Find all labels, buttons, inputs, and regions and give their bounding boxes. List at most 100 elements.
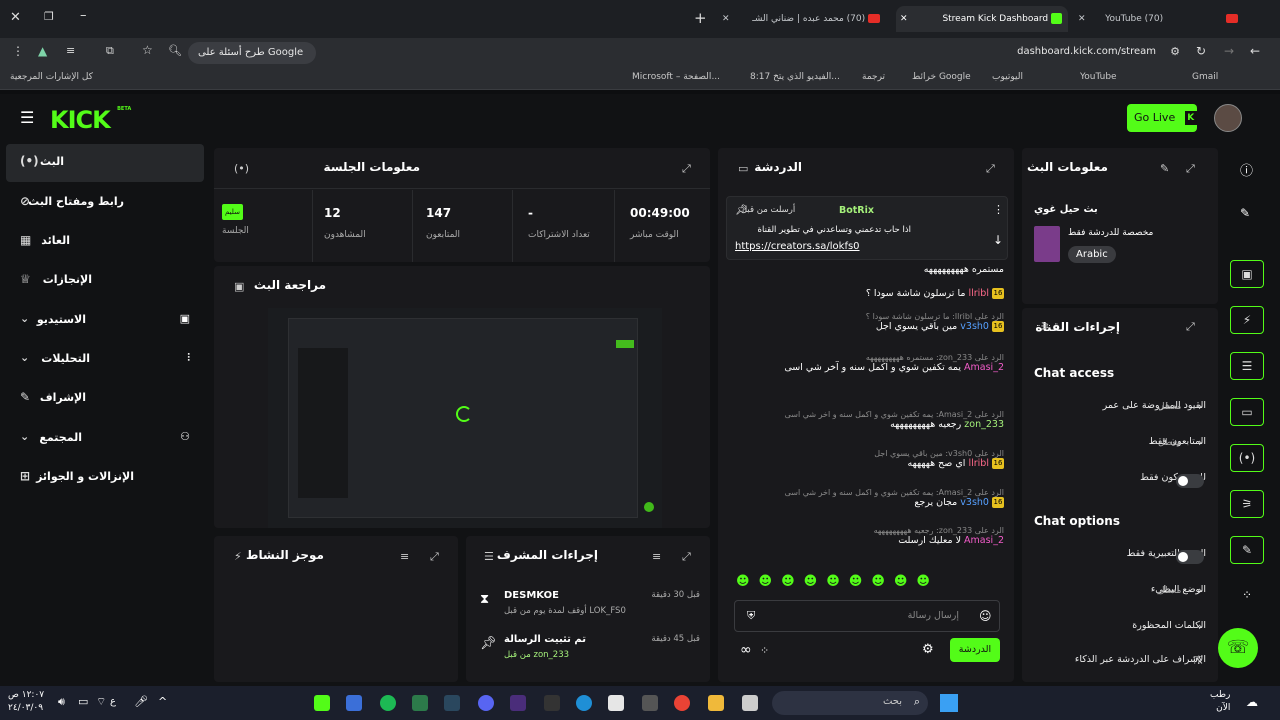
chat-username[interactable]: v3sh0 [960, 497, 989, 508]
sidebar-item-moderation[interactable]: الإشراف ✎ [6, 380, 204, 418]
taskbar-app-icon[interactable] [412, 695, 428, 711]
stream-video-preview[interactable] [268, 308, 662, 528]
bookmark-microsoft[interactable]: Microsoft – الصفحة... [632, 72, 720, 82]
extensions-puzzle-icon[interactable]: ⧉ [106, 44, 114, 58]
chat-message[interactable]: 16 llribl ما ترسلون شاشة سودا ؟ [726, 288, 1004, 299]
chat-username[interactable]: llribl [968, 288, 989, 299]
bookmark-maps[interactable]: خرائط Google [912, 72, 971, 82]
new-tab-button[interactable]: + [694, 9, 707, 27]
sidebar-item-community[interactable]: المجتمع ⌄ ⚇ [6, 420, 204, 458]
category-thumbnail[interactable] [1034, 226, 1060, 262]
chat-message[interactable]: الرد على zon_233: مستمره هههههههههه Amasi… [726, 353, 1004, 373]
infinity-icon[interactable]: ∞ [740, 642, 752, 658]
chat-username[interactable]: Amasi_2 [964, 535, 1004, 546]
pinned-message[interactable]: 📌︎ ⋮ BotRix أرسلت من قبل اذا حاب تدعمني … [726, 196, 1008, 260]
taskbar-app-icon[interactable] [346, 695, 362, 711]
media-icon[interactable]: ≡ [66, 44, 75, 57]
address-bar[interactable]: dashboard.kick.com/stream ⚙ [330, 42, 1230, 64]
forward-icon[interactable]: → [1224, 44, 1234, 58]
chat-username[interactable]: Amasi_2 [964, 362, 1004, 373]
bookmark-video[interactable]: 8:17 الفيديو الذي يتخ... [750, 72, 840, 82]
subscribers-only-toggle[interactable] [1176, 474, 1204, 488]
file-explorer-icon[interactable] [708, 695, 724, 711]
close-tab-icon[interactable]: ✕ [900, 6, 908, 32]
emotes-only-toggle[interactable] [1176, 550, 1204, 564]
external-link-icon[interactable]: ⇱ [1194, 654, 1203, 667]
zoom-icon[interactable]: 🔍︎ [168, 44, 182, 57]
extension-icon[interactable]: ▲ [38, 44, 47, 58]
chat-username[interactable]: v3sh0 [960, 321, 989, 332]
pinned-link[interactable]: https://creators.sa/lokfs0 [735, 241, 860, 252]
setting-ai-moderation[interactable]: الإشراف على الدردشة عبر الذكاء [1034, 654, 1206, 665]
chat-settings-icon[interactable]: ⚙ [922, 642, 934, 657]
tool-chat-button[interactable]: ▭ [1230, 398, 1264, 426]
community-icon[interactable]: ⁘ [1242, 588, 1252, 602]
expand-icon[interactable]: ⤢ [682, 162, 691, 176]
scroll-down-icon[interactable]: ↓ [993, 233, 1003, 247]
sidebar-item-analytics[interactable]: التحليلات ⌄ ⫶ [6, 341, 204, 379]
steam-icon[interactable] [444, 695, 460, 711]
chevron-right-icon[interactable]: › [1198, 436, 1202, 449]
chevron-down-icon[interactable]: ⌄ [20, 351, 29, 364]
bookmark-all[interactable]: كل الإشارات المرجعية [10, 72, 93, 82]
bookmark-gmail[interactable]: Gmail [1192, 72, 1218, 82]
filter-icon[interactable]: ≡ [652, 550, 661, 563]
menu-icon[interactable]: ⋮ [12, 44, 24, 58]
expand-icon[interactable]: ⤢ [682, 550, 691, 564]
spotify-icon[interactable] [380, 695, 396, 711]
clock[interactable]: ١٢:٠٧ ص ٢٤/٠٣/٠٩ [8, 689, 44, 715]
tab-kick-dashboard[interactable]: Stream Kick Dashboard ✕ [896, 6, 1068, 32]
taskbar-app-icon[interactable] [642, 695, 658, 711]
chevron-down-icon[interactable]: ⌄ [20, 312, 29, 325]
expand-icon[interactable]: ⤢ [1186, 162, 1195, 176]
sidebar-item-revenue[interactable]: العائد ▦ [6, 223, 204, 261]
tool-studio-button[interactable]: ▣ [1230, 260, 1264, 288]
restore-window-icon[interactable]: ❐ [44, 10, 54, 23]
edit-icon[interactable]: ✎ [1240, 206, 1250, 220]
kick-logo[interactable]: KICK BETA [50, 106, 131, 134]
site-settings-icon[interactable]: ⚙ [1170, 45, 1180, 58]
chat-message[interactable]: الرد على Amasi_2: يمه تكفين شوي و اكمل س… [726, 488, 1004, 508]
tool-moderation-button[interactable]: ✎ [1230, 536, 1264, 564]
info-icon[interactable]: ⓘ [1240, 160, 1253, 179]
sidebar-item-drops[interactable]: الإنزالات و الجوائز ⊞ [6, 459, 204, 497]
chevron-right-icon[interactable]: › [1198, 400, 1202, 413]
tray-chevron-icon[interactable]: ^ [158, 695, 167, 708]
reload-icon[interactable]: ↻ [1196, 44, 1206, 58]
sidebar-item-studio[interactable]: الاستيديو ⌄ ▣ [6, 302, 204, 340]
taskbar-app-icon[interactable] [544, 695, 560, 711]
bookmark-youtube-ar[interactable]: اليوتيوب [992, 72, 1023, 82]
bookmark-youtube[interactable]: YouTube [1080, 72, 1117, 82]
sidebar-item-stream-key[interactable]: رابط ومفتاح البث ⊘ [6, 184, 204, 222]
chat-message[interactable]: الرد على Amasi_2: يمه تكفين شوي و اكمل س… [726, 410, 1004, 430]
chat-message[interactable]: مستمره هههههههههه [726, 264, 1004, 275]
expand-icon[interactable]: ⤢ [430, 550, 439, 564]
close-tab-icon[interactable]: ✕ [1078, 6, 1086, 32]
network-icon[interactable]: ⌔ [96, 695, 106, 709]
tab-youtube[interactable]: (70) YouTube ✕ [1074, 6, 1246, 32]
close-tab-icon[interactable]: ✕ [722, 6, 730, 32]
volume-icon[interactable]: 🔊︎ [58, 695, 65, 709]
emoji-icon[interactable]: ☺ [979, 609, 992, 623]
tool-channel-button[interactable]: ⚞ [1230, 490, 1264, 518]
weather-widget[interactable]: رطب الآن [1210, 689, 1230, 715]
google-ask-pill[interactable]: طرح أسئلة على Google [188, 42, 316, 64]
chevron-right-icon[interactable]: › [1198, 620, 1202, 633]
taskbar-app-icon[interactable] [314, 695, 330, 711]
close-window-icon[interactable]: ✕ [10, 10, 21, 25]
shield-icon[interactable]: ⛨ [747, 609, 755, 623]
taskbar-search[interactable]: بحث ⌕ [772, 691, 928, 715]
sidebar-item-stream[interactable]: البث (•) [6, 144, 204, 182]
chat-message[interactable]: الرد على llribl: ما ترسلون شاشة سودا ؟ 16… [726, 312, 1004, 332]
back-icon[interactable]: ← [1250, 44, 1260, 58]
chat-message[interactable]: الرد على v3sh0: مين باقي يسوي اجل 16 llri… [726, 449, 1004, 469]
tool-list-button[interactable]: ☰ [1230, 352, 1264, 380]
go-live-button[interactable]: Go Live K [1127, 104, 1197, 132]
keyboard-language[interactable]: ع [110, 696, 116, 707]
edit-icon[interactable]: ✎ [1160, 162, 1169, 175]
microphone-icon[interactable]: 🎤︎ [134, 695, 148, 708]
avatar[interactable] [1214, 104, 1242, 132]
start-windows-icon[interactable] [940, 694, 958, 712]
bookmark-star-icon[interactable]: ☆ [142, 43, 153, 57]
edge-icon[interactable] [576, 695, 592, 711]
